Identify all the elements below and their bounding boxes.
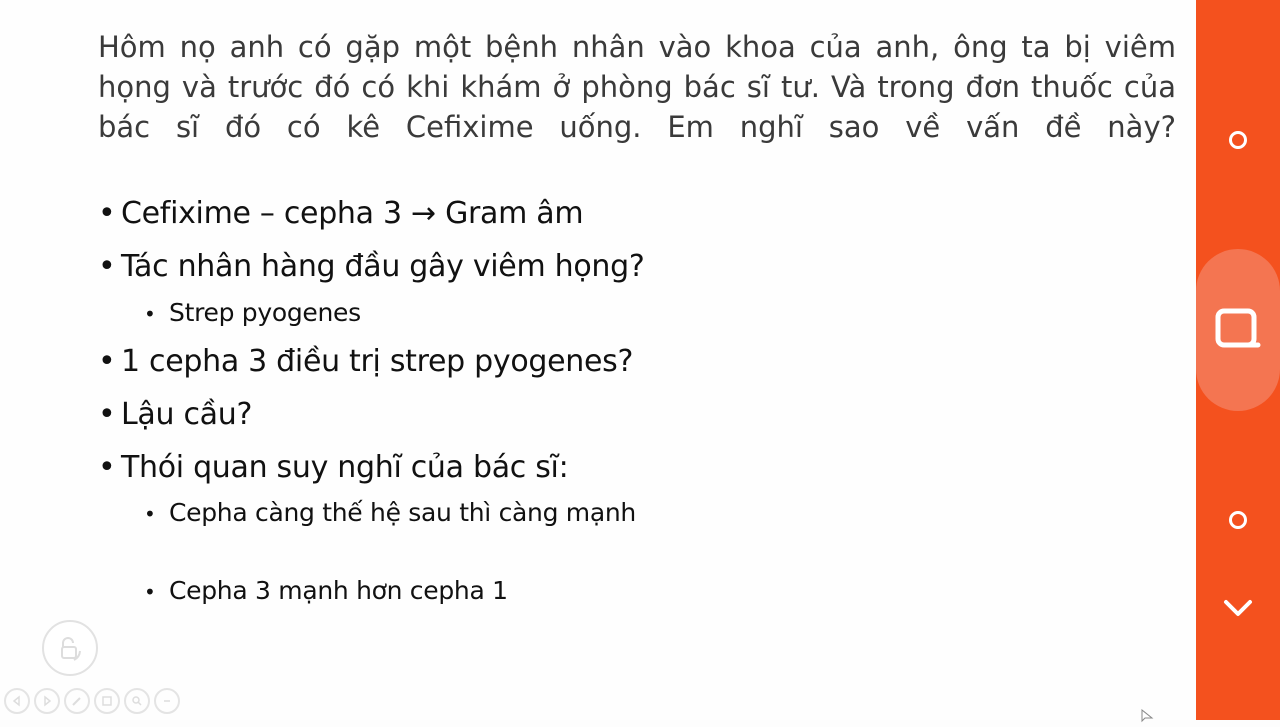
bullet-dot: • [144, 580, 156, 604]
bullet-text: Lậu cầu? [121, 397, 253, 432]
next-slide-icon[interactable] [34, 688, 60, 714]
bullet-text: Strep pyogenes [169, 298, 361, 327]
pen-icon[interactable] [64, 688, 90, 714]
bullet-dot: • [144, 302, 156, 326]
bullet-text: Tác nhân hàng đầu gây viêm họng? [121, 249, 645, 284]
more-options-icon[interactable] [154, 688, 180, 714]
previous-slide-icon[interactable] [4, 688, 30, 714]
bullet-text: Thói quan suy nghĩ của bác sĩ: [121, 450, 569, 485]
small-circle-icon[interactable] [1229, 511, 1247, 529]
slide-question-text: Hôm nọ anh có gặp một bệnh nhân vào khoa… [98, 27, 1176, 147]
mouse-cursor-icon [1140, 708, 1154, 727]
bullet-item: • Lậu cầu? [98, 397, 252, 432]
question-line: họng và trước đó có khi khám ở phòng bác… [98, 70, 1176, 104]
screen-record-button[interactable] [1196, 249, 1280, 411]
bullet-text: Cefixime – cepha 3 → Gram âm [121, 196, 584, 231]
floating-control-sidebar [1196, 0, 1280, 720]
presentation-slide: Hôm nọ anh có gặp một bệnh nhân vào khoa… [0, 0, 1196, 723]
screen-record-icon [1215, 308, 1261, 348]
bullet-dot: • [144, 502, 156, 526]
bullet-dot: • [98, 450, 116, 485]
slideshow-toolbar [4, 688, 180, 714]
small-circle-icon[interactable] [1229, 131, 1247, 149]
bullet-text: Cepha 3 mạnh hơn cepha 1 [169, 576, 508, 605]
bullet-dot: • [98, 249, 116, 284]
question-line: Hôm nọ anh có gặp một bệnh nhân vào khoa… [98, 30, 1176, 64]
question-line: bác sĩ đó có kê Cefixime uống. Em nghĩ s… [98, 110, 1176, 144]
bullet-dot: • [98, 397, 116, 432]
zoom-icon[interactable] [124, 688, 150, 714]
chevron-down-icon[interactable] [1222, 596, 1254, 624]
bullet-item: • 1 cepha 3 điều trị strep pyogenes? [98, 344, 633, 379]
bullet-item: • Thói quan suy nghĩ của bác sĩ: [98, 450, 569, 485]
bullet-item: • Cefixime – cepha 3 → Gram âm [98, 196, 584, 231]
sub-bullet-item: • Cepha càng thế hệ sau thì càng mạnh [144, 498, 636, 527]
unlock-rotate-icon[interactable] [42, 620, 98, 676]
bullet-dot: • [98, 344, 116, 379]
sub-bullet-item: • Strep pyogenes [144, 298, 361, 327]
bullet-dot: • [98, 196, 116, 231]
bullet-text: Cepha càng thế hệ sau thì càng mạnh [169, 498, 636, 527]
slides-grid-icon[interactable] [94, 688, 120, 714]
sub-bullet-item: • Cepha 3 mạnh hơn cepha 1 [144, 576, 508, 605]
bullet-item: • Tác nhân hàng đầu gây viêm họng? [98, 249, 645, 284]
bullet-text: 1 cepha 3 điều trị strep pyogenes? [121, 344, 634, 379]
